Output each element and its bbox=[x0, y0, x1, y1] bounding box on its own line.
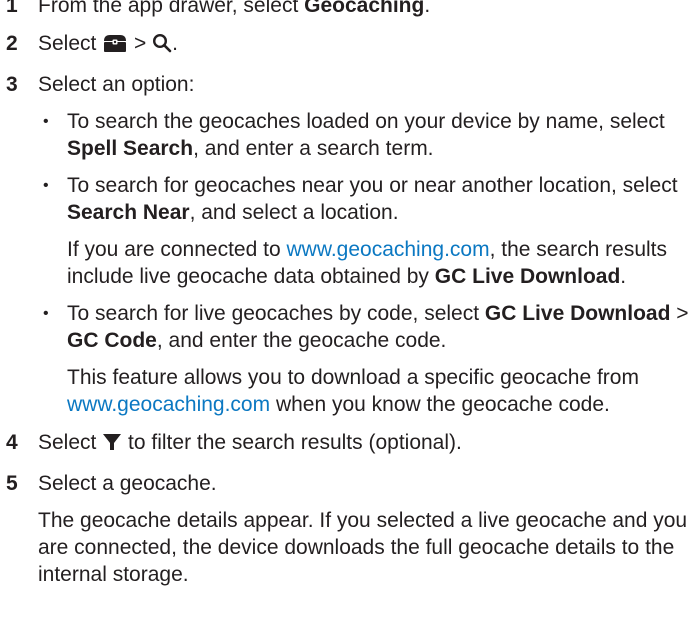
filter-icon bbox=[102, 432, 122, 459]
gc-live-download-label: GC Live Download bbox=[484, 302, 671, 325]
bullet-icon: • bbox=[43, 113, 49, 130]
step-text: Select to filter the search results (opt… bbox=[38, 429, 689, 459]
option-search-near: • To search for geocaches near you or ne… bbox=[38, 172, 689, 290]
step-2: 2 Select > . bbox=[0, 30, 689, 60]
instruction-document: 1 From the app drawer, select Geocaching… bbox=[0, 0, 689, 599]
gc-code-note: This feature allows you to download a sp… bbox=[67, 366, 639, 416]
step-3: 3 Select an option: • To search the geoc… bbox=[0, 71, 689, 418]
search-icon bbox=[152, 33, 172, 60]
geocaching-link[interactable]: www.geocaching.com bbox=[67, 393, 270, 416]
step-number: 5 bbox=[6, 472, 18, 495]
geocache-box-icon bbox=[102, 33, 128, 60]
spell-search-label: Spell Search bbox=[67, 137, 194, 160]
step-text: From the app drawer, select Geocaching. bbox=[38, 0, 689, 19]
step-text: Select an option: bbox=[38, 73, 195, 96]
option-gc-code: • To search for live geocaches by code, … bbox=[43, 302, 689, 416]
step-4: 4 Select to filter the search results (o… bbox=[0, 429, 689, 459]
search-near-note: If you are connected to www.geocaching.c… bbox=[67, 238, 668, 288]
search-near-label: Search Near bbox=[67, 201, 190, 224]
bullet-icon: • bbox=[43, 177, 49, 194]
gc-code-label: GC Code bbox=[67, 329, 157, 352]
step-text: Select > . bbox=[38, 30, 689, 60]
option-list: • To search the geocaches loaded on your… bbox=[38, 108, 689, 418]
geocaching-app-label: Geocaching bbox=[304, 0, 425, 17]
step-1: 1 From the app drawer, select Geocaching… bbox=[0, 0, 689, 19]
step-text: Select a geocache. bbox=[38, 472, 217, 495]
step-number: 2 bbox=[6, 32, 18, 55]
gc-live-download-label: GC Live Download bbox=[434, 265, 621, 288]
step-5-result: The geocache details appear. If you sele… bbox=[38, 509, 688, 586]
step-number: 4 bbox=[6, 431, 18, 454]
step-number: 1 bbox=[6, 0, 18, 17]
geocaching-link[interactable]: www.geocaching.com bbox=[286, 238, 489, 261]
bullet-icon: • bbox=[43, 305, 49, 322]
step-number: 3 bbox=[6, 73, 18, 96]
option-spell-search: • To search the geocaches loaded on your… bbox=[43, 110, 665, 160]
step-5: 5 Select a geocache. The geocache detail… bbox=[0, 470, 689, 588]
